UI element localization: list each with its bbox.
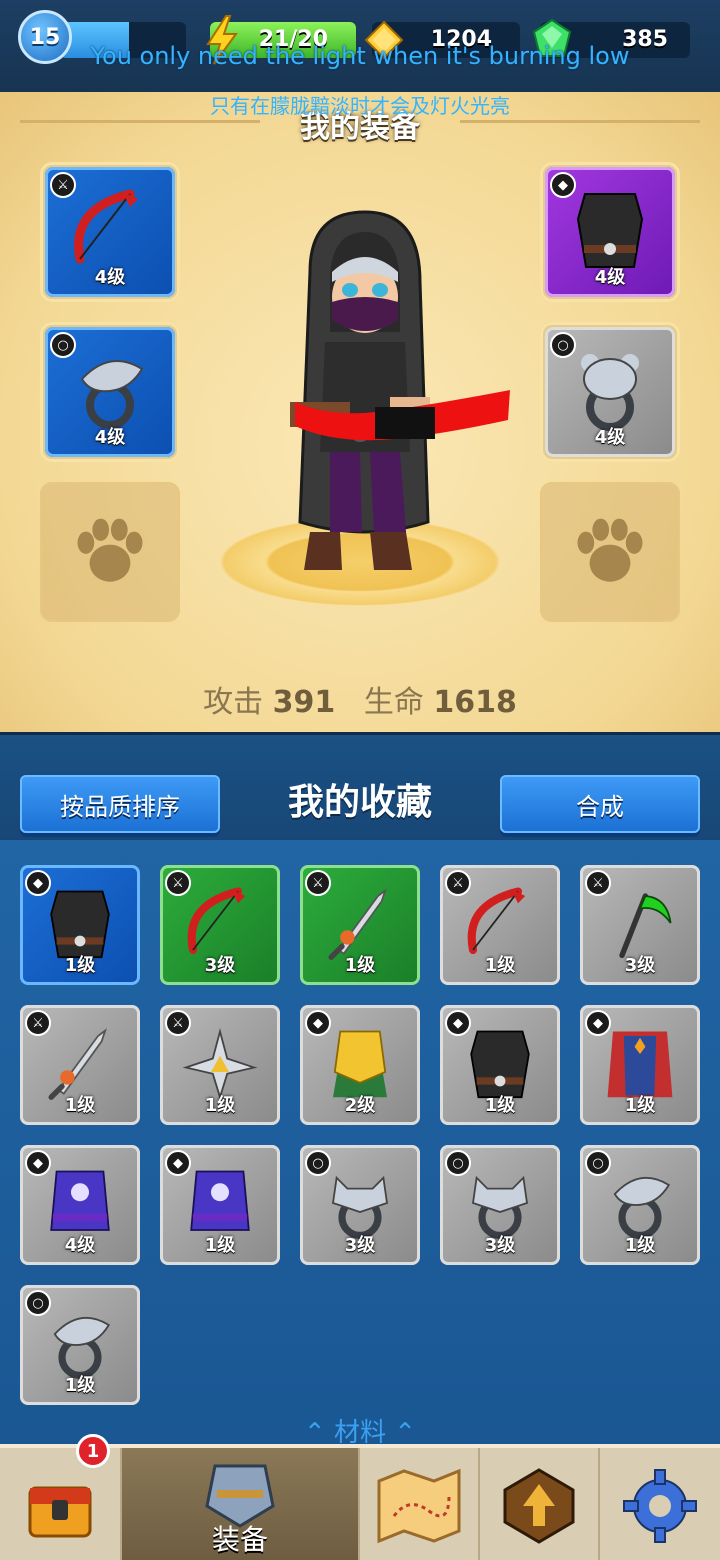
map-icon [377, 1468, 461, 1544]
collection-item[interactable]: ⚔ 1级 [440, 865, 560, 985]
item-level: 3级 [204, 955, 236, 976]
attack-label: 攻击 [203, 685, 264, 720]
collection-grid: ◆ 1级 ⚔ 3级 ⚔ 1级 ⚔ 1级 ⚔ 3级 ⚔ 1级 ⚔ 1级 ◆ 2级 ◆ 1级 ◆ 1级 ◆ 4级 ◆ 1级 ○ 3级 ○… [0, 840, 720, 1444]
collection-item[interactable]: ○ 3级 [440, 1145, 560, 1265]
item-level: 4级 [64, 1235, 96, 1256]
attack-value: 391 [272, 685, 336, 720]
item-frame: ⚔ 4级 [45, 167, 175, 297]
item-level: 2级 [344, 1095, 376, 1116]
item-frame: ○ 1级 [20, 1285, 140, 1405]
item-frame: ○ 1级 [580, 1145, 700, 1265]
collection-item[interactable]: ⚔ 1级 [160, 1005, 280, 1125]
hero-stats: 攻击 391 生命 1618 [0, 677, 720, 721]
item-frame: ○ 4级 [45, 327, 175, 457]
item-frame: ◆ 1级 [580, 1005, 700, 1125]
item-level: 1级 [484, 1095, 516, 1116]
item-frame: ◆ 1级 [160, 1145, 280, 1265]
collection-item[interactable]: ◆ 1级 [160, 1145, 280, 1265]
collection-item[interactable]: ○ 1级 [580, 1145, 700, 1265]
item-level: 1级 [344, 955, 376, 976]
bottom-navigation: 1 装备 [0, 1434, 720, 1560]
collection-item[interactable]: ◆ 1级 [440, 1005, 560, 1125]
nav-equipment-label: 装备 [211, 1523, 268, 1556]
nav-upgrade[interactable] [480, 1448, 600, 1560]
item-frame: ○ 4级 [545, 327, 675, 457]
hero-character[interactable] [270, 202, 520, 582]
chest-notification-badge: 1 [76, 1434, 110, 1468]
collection-item[interactable]: ◆ 1级 [580, 1005, 700, 1125]
collection-header: 按品质排序 我的收藏 合成 [0, 732, 720, 840]
item-frame: ⚔ 1级 [160, 1005, 280, 1125]
collection-item[interactable]: ⚔ 1级 [20, 1005, 140, 1125]
pet-slot-right[interactable] [540, 482, 680, 622]
equip-slot-ring-1[interactable]: ○ 4级 [40, 322, 180, 462]
treasure-chest-icon [28, 1486, 92, 1538]
collection-item[interactable]: ◆ 2级 [300, 1005, 420, 1125]
item-level: 1级 [624, 1235, 656, 1256]
item-frame: ◆ 1级 [440, 1005, 560, 1125]
equip-slot-ring-2[interactable]: ○ 4级 [540, 322, 680, 462]
item-level: 1级 [624, 1095, 656, 1116]
item-frame: ◆ 4级 [545, 167, 675, 297]
item-level: 1级 [64, 1095, 96, 1116]
item-frame: ◆ 2级 [300, 1005, 420, 1125]
item-level: 3级 [344, 1235, 376, 1256]
item-frame: ○ 3级 [300, 1145, 420, 1265]
collection-item[interactable]: ◆ 1级 [20, 865, 140, 985]
item-level: 3级 [624, 955, 656, 976]
item-level: 3级 [484, 1235, 516, 1256]
collection-item[interactable]: ◆ 4级 [20, 1145, 140, 1265]
pet-slot-left[interactable] [40, 482, 180, 622]
item-frame: ⚔ 3级 [580, 865, 700, 985]
equip-slot-weapon[interactable]: ⚔ 4级 [40, 162, 180, 302]
hp-label: 生命 [363, 685, 424, 720]
item-frame: ○ 3级 [440, 1145, 560, 1265]
item-frame: ◆ 1级 [20, 865, 140, 985]
upgrade-arrow-icon [503, 1468, 575, 1544]
item-level: 1级 [64, 1375, 96, 1396]
item-frame: ⚔ 3级 [160, 865, 280, 985]
hp-value: 1618 [433, 685, 517, 720]
item-level: 4级 [94, 267, 126, 288]
collection-item[interactable]: ○ 1级 [20, 1285, 140, 1405]
item-frame: ⚔ 1级 [20, 1005, 140, 1125]
collection-item[interactable]: ⚔ 1级 [300, 865, 420, 985]
nav-map[interactable] [360, 1448, 480, 1560]
nav-equipment[interactable]: 装备 [122, 1448, 360, 1560]
item-level: 4级 [594, 427, 626, 448]
gear-icon [623, 1469, 697, 1543]
nav-settings[interactable] [600, 1448, 720, 1560]
item-level: 1级 [484, 955, 516, 976]
nav-shop[interactable]: 1 [0, 1434, 122, 1560]
collection-title: 我的收藏 [287, 782, 432, 823]
subtitle-english: You only need the light when it's burnin… [90, 42, 630, 70]
equipment-panel: 我的装备 ⚔ 4级 ◆ 4级 ○ 4级 ○ 4级 攻击 391 生命 1618 [0, 92, 720, 732]
item-frame: ⚔ 1级 [440, 865, 560, 985]
collection-item[interactable]: ⚔ 3级 [160, 865, 280, 985]
collection-item[interactable]: ○ 3级 [300, 1145, 420, 1265]
merge-button[interactable]: 合成 [500, 775, 700, 833]
item-level: 4级 [94, 427, 126, 448]
sort-by-quality-button[interactable]: 按品质排序 [20, 775, 220, 833]
paw-icon [577, 518, 643, 582]
paw-icon [77, 518, 143, 582]
item-level: 1级 [204, 1235, 236, 1256]
equip-slot-armor[interactable]: ◆ 4级 [540, 162, 680, 302]
subtitle-chinese: 只有在朦胧黯淡时才会及灯火光亮 [210, 94, 510, 118]
item-level: 4级 [594, 267, 626, 288]
item-level: 1级 [64, 955, 96, 976]
item-frame: ◆ 4级 [20, 1145, 140, 1265]
item-frame: ⚔ 1级 [300, 865, 420, 985]
item-level: 1级 [204, 1095, 236, 1116]
collection-item[interactable]: ⚔ 3级 [580, 865, 700, 985]
